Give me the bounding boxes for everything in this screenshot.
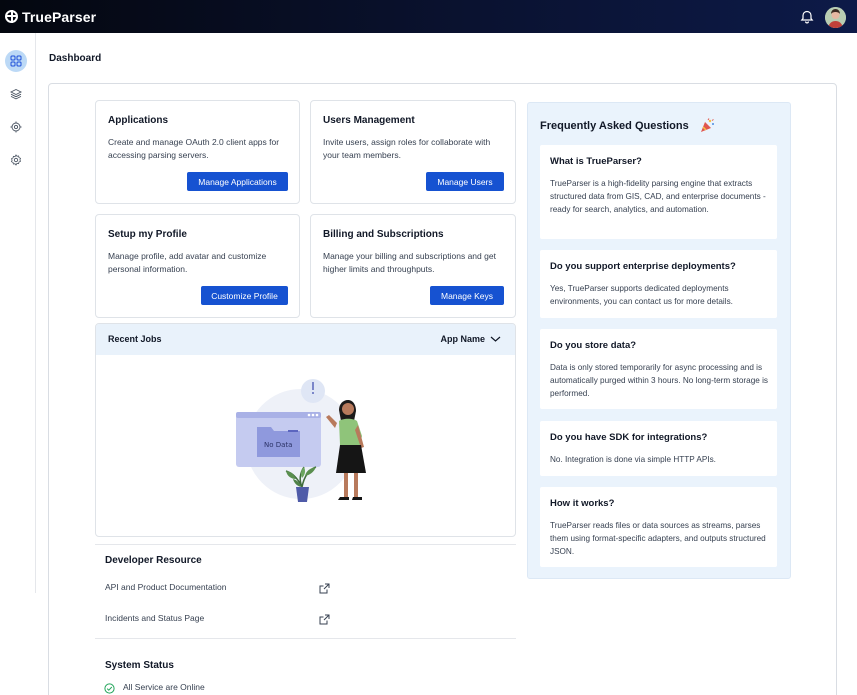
recent-jobs-title: Recent Jobs bbox=[108, 334, 162, 344]
divider bbox=[95, 638, 516, 639]
dropdown-label: App Name bbox=[440, 334, 485, 344]
faq-item: Do you support enterprise deployments? Y… bbox=[540, 250, 777, 318]
app-name-dropdown[interactable]: App Name bbox=[440, 334, 501, 344]
card-title: Users Management bbox=[323, 115, 415, 126]
card-title: Setup my Profile bbox=[108, 229, 187, 240]
status-page-link[interactable]: Incidents and Status Page bbox=[105, 613, 204, 623]
app-name: TrueParser bbox=[22, 8, 97, 25]
faq-question: Do you store data? bbox=[550, 340, 637, 351]
faq-answer: TrueParser reads files or data sources a… bbox=[550, 521, 766, 556]
logo-icon bbox=[5, 10, 18, 23]
no-data-illustration: No Data bbox=[236, 379, 366, 502]
faq-question: How it works? bbox=[550, 498, 615, 509]
recent-jobs-panel: Recent Jobs App Name No Data bbox=[95, 323, 516, 537]
divider bbox=[95, 544, 516, 545]
faq-question: Do you support enterprise deployments? bbox=[550, 261, 736, 272]
card-description: Manage profile, add avatar and customize… bbox=[108, 251, 267, 274]
card-description: Invite users, assign roles for collabora… bbox=[323, 137, 491, 160]
system-status-text: All Service are Online bbox=[123, 682, 205, 692]
billing-card: Billing and Subscriptions Manage your bi… bbox=[310, 214, 516, 318]
manage-keys-button[interactable]: Manage Keys bbox=[430, 286, 504, 305]
grid-icon bbox=[10, 55, 22, 67]
layers-icon bbox=[10, 88, 22, 100]
external-link-icon[interactable] bbox=[319, 612, 330, 630]
sidebar-item-dashboard[interactable] bbox=[5, 50, 27, 72]
faq-question: Do you have SDK for integrations? bbox=[550, 432, 708, 443]
chevron-down-icon bbox=[490, 336, 501, 342]
card-title: Billing and Subscriptions bbox=[323, 229, 444, 240]
manage-users-button[interactable]: Manage Users bbox=[426, 172, 504, 191]
sidebar-item-target[interactable] bbox=[5, 116, 27, 138]
faq-question: What is TrueParser? bbox=[550, 156, 642, 167]
card-description: Create and manage OAuth 2.0 client apps … bbox=[108, 137, 280, 160]
empty-state-label: No Data bbox=[264, 441, 292, 449]
users-management-card: Users Management Invite users, assign ro… bbox=[310, 100, 516, 204]
card-description: Manage your billing and subscriptions an… bbox=[323, 251, 496, 274]
api-docs-link[interactable]: API and Product Documentation bbox=[105, 582, 226, 592]
gear-icon bbox=[10, 154, 22, 166]
customize-profile-button[interactable]: Customize Profile bbox=[201, 286, 288, 305]
faq-item: How it works? TrueParser reads files or … bbox=[540, 487, 777, 567]
faq-answer: TrueParser is a high-fidelity parsing en… bbox=[550, 179, 766, 214]
top-bar: TrueParser bbox=[0, 0, 857, 33]
manage-applications-button[interactable]: Manage Applications bbox=[187, 172, 288, 191]
applications-card: Applications Create and manage OAuth 2.0… bbox=[95, 100, 300, 204]
check-circle-icon bbox=[104, 681, 115, 695]
faq-panel: Frequently Asked Questions What is TrueP… bbox=[527, 102, 791, 579]
faq-answer: No. Integration is done via simple HTTP … bbox=[550, 455, 716, 464]
page-title: Dashboard bbox=[49, 53, 102, 64]
sidebar-item-settings[interactable] bbox=[5, 149, 27, 171]
sidebar bbox=[0, 33, 36, 593]
bell-icon[interactable] bbox=[800, 10, 814, 24]
target-icon bbox=[10, 121, 22, 133]
card-title: Applications bbox=[108, 115, 169, 126]
external-link-icon[interactable] bbox=[319, 581, 330, 599]
party-popper-icon bbox=[700, 118, 714, 132]
user-avatar[interactable] bbox=[825, 7, 846, 28]
system-status-title: System Status bbox=[105, 660, 174, 671]
app-logo[interactable]: TrueParser bbox=[5, 9, 96, 25]
sidebar-item-layers[interactable] bbox=[5, 83, 27, 105]
faq-item: What is TrueParser? TrueParser is a high… bbox=[540, 145, 777, 239]
faq-title: Frequently Asked Questions bbox=[540, 118, 715, 134]
recent-jobs-header: Recent Jobs App Name bbox=[96, 324, 515, 355]
faq-item: Do you have SDK for integrations? No. In… bbox=[540, 421, 777, 476]
developer-resource-title: Developer Resource bbox=[105, 555, 202, 566]
faq-item: Do you store data? Data is only stored t… bbox=[540, 329, 777, 409]
faq-answer: Yes, TrueParser supports dedicated deplo… bbox=[550, 284, 733, 306]
faq-title-text: Frequently Asked Questions bbox=[540, 120, 689, 132]
profile-card: Setup my Profile Manage profile, add ava… bbox=[95, 214, 300, 318]
faq-answer: Data is only stored temporarily for asyn… bbox=[550, 363, 768, 398]
